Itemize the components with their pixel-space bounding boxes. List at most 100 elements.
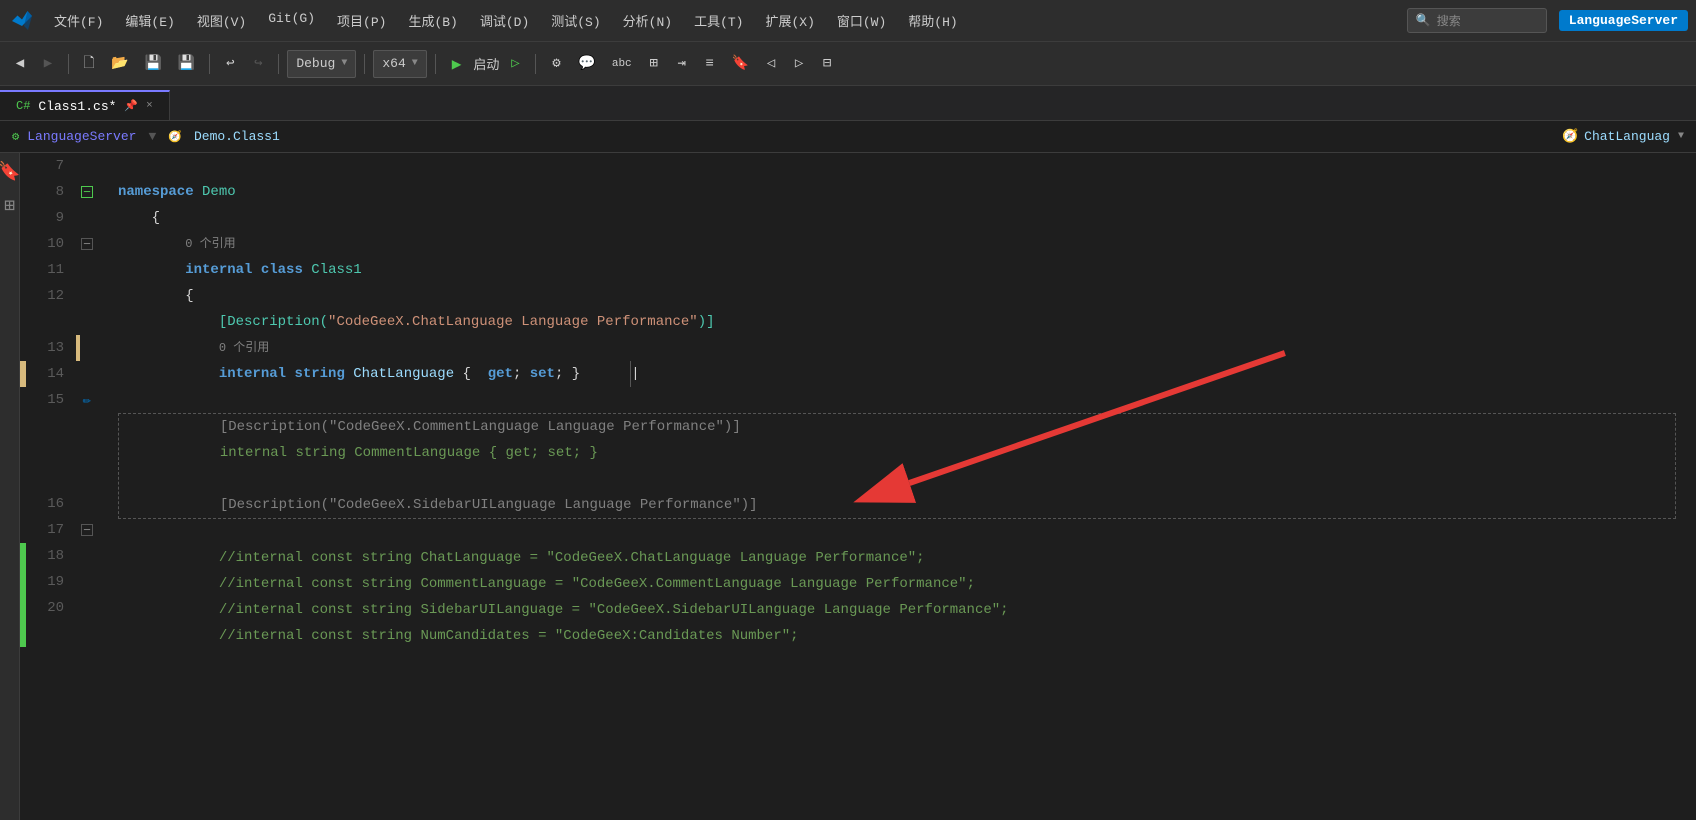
navbar-right-arrow: ▼ (1678, 131, 1684, 142)
gutter: − − ✏ (76, 153, 98, 820)
redo-button[interactable]: ↪ (246, 50, 270, 78)
activity-bookmark[interactable]: 🔖 (0, 161, 21, 183)
search-placeholder: 搜索 (1437, 12, 1461, 29)
namespace-name: Demo (202, 179, 236, 205)
menubar-right: 🔍 搜索 LanguageServer (1407, 8, 1688, 33)
bookmark-button[interactable]: 🔖 (726, 50, 755, 78)
kw-string-dim: string (295, 440, 345, 466)
class-name: Class1 (311, 257, 361, 283)
menu-analyze[interactable]: 分析(N) (613, 7, 682, 34)
activity-layers[interactable]: ⊞ (4, 195, 15, 217)
menu-extensions[interactable]: 扩展(X) (755, 7, 824, 34)
view-button[interactable]: ⊞ (642, 50, 666, 78)
menu-build[interactable]: 生成(B) (398, 7, 467, 34)
menubar: 文件(F) 编辑(E) 视图(V) Git(G) 项目(P) 生成(B) 调试(… (0, 0, 1696, 42)
separator-3 (278, 54, 279, 74)
editor: 7 8 9 10 11 12 13 14 15 16 17 18 19 20 (20, 153, 1696, 820)
abc-button[interactable]: abc (606, 50, 638, 78)
search-icon: 🔍 (1416, 13, 1431, 28)
run-label: 启动 (473, 54, 499, 73)
tab-filename: Class1.cs* (38, 99, 116, 114)
vs-logo (8, 7, 36, 35)
nav-next-button[interactable]: ▷ (787, 50, 811, 78)
new-file-button[interactable]: 🗋 (77, 50, 101, 78)
code-line-16 (118, 519, 1676, 545)
indent-more-button[interactable]: ≡ (698, 50, 722, 78)
platform-dropdown[interactable]: x64 ▼ (373, 50, 426, 78)
navbar-namespace: Demo.Class1 (194, 129, 280, 144)
attr-description-3: [Description("CodeGeeX.SidebarUILanguage… (220, 492, 758, 518)
line-numbers: 7 8 9 10 11 12 13 14 15 16 17 18 19 20 (26, 153, 76, 820)
brace-open-1: { (152, 205, 160, 231)
nav-prev-button[interactable]: ◁ (759, 50, 783, 78)
back-button[interactable]: ◀ (8, 50, 32, 78)
brace-open-2: { (185, 283, 193, 309)
dashed-region-15: [Description("CodeGeeX.CommentLanguage L… (118, 413, 1676, 519)
separator-4 (364, 54, 365, 74)
code-line-15d: [Description("CodeGeeX.SidebarUILanguage… (119, 492, 1675, 518)
code-line-8: namespace Demo (118, 179, 1676, 205)
code-line-17: //internal const string ChatLanguage = "… (118, 545, 1676, 571)
editor-content: 7 8 9 10 11 12 13 14 15 16 17 18 19 20 (20, 153, 1696, 820)
collapse-namespace[interactable]: − (81, 186, 93, 198)
code-line-19: //internal const string SidebarUILanguag… (118, 597, 1676, 623)
kw-get-1: get (488, 361, 513, 387)
menu-view[interactable]: 视图(V) (187, 7, 256, 34)
platform-label: x64 (382, 56, 405, 71)
indent-button[interactable]: ⇥ (670, 50, 694, 78)
menu-edit[interactable]: 编辑(E) (115, 7, 184, 34)
menu-help[interactable]: 帮助(H) (898, 7, 967, 34)
kw-internal-2: internal (219, 361, 286, 387)
comment-4: //internal const string NumCandidates = … (219, 623, 799, 649)
split-button[interactable]: ⊟ (815, 50, 839, 78)
navbar-right-icon: 🧭 (1562, 129, 1578, 144)
lang-server-badge: LanguageServer (1559, 10, 1688, 31)
collapse-comments[interactable]: − (81, 524, 93, 536)
menu-tools[interactable]: 工具(T) (684, 7, 753, 34)
kw-set-1: set (530, 361, 555, 387)
open-folder-button[interactable]: 📂 (105, 50, 134, 78)
kw-class: class (261, 257, 303, 283)
active-tab[interactable]: C# Class1.cs* 📌 × (0, 90, 170, 120)
forward-button[interactable]: ▶ (36, 50, 60, 78)
code-line-20: //internal const string NumCandidates = … (118, 623, 1676, 649)
code-line-18: //internal const string CommentLanguage … (118, 571, 1676, 597)
menu-window[interactable]: 窗口(W) (827, 7, 896, 34)
menu-file[interactable]: 文件(F) (44, 7, 113, 34)
separator-5 (435, 54, 436, 74)
save-button[interactable]: 💾 (138, 50, 167, 78)
debug-config-dropdown[interactable]: Debug ▼ (287, 50, 356, 78)
search-box[interactable]: 🔍 搜索 (1407, 8, 1547, 33)
code-line-11: { (118, 283, 1676, 309)
kw-internal-dim: internal (220, 440, 287, 466)
platform-arrow: ▼ (412, 58, 418, 69)
git-button[interactable]: ⚙ (544, 50, 568, 78)
debug-config-arrow: ▼ (341, 58, 347, 69)
save-all-button[interactable]: 💾 (172, 50, 201, 78)
kw-internal-1: internal (185, 257, 252, 283)
menu-test[interactable]: 测试(S) (541, 7, 610, 34)
code-line-15b: internal string CommentLanguage { get; s… (119, 440, 1675, 466)
toolbar: ◀ ▶ 🗋 📂 💾 💾 ↩ ↪ Debug ▼ x64 ▼ ▶ 启动 ▷ ⚙ 💬… (0, 42, 1696, 86)
tab-close-button[interactable]: × (146, 100, 153, 112)
run-without-debug[interactable]: ▷ (503, 50, 527, 78)
tab-cs-icon: C# (16, 99, 30, 113)
cursor-bar: | (630, 361, 639, 387)
feedback-button[interactable]: 💬 (572, 50, 601, 78)
pencil-edit-icon[interactable]: ✏ (83, 392, 91, 409)
undo-button[interactable]: ↩ (218, 50, 242, 78)
menu-project[interactable]: 项目(P) (327, 7, 396, 34)
menu-git[interactable]: Git(G) (258, 7, 325, 34)
project-icon: ⚙ (12, 129, 19, 144)
collapse-class[interactable]: − (81, 238, 93, 250)
prop-chatlang: ChatLanguage (353, 361, 454, 387)
separator-2 (209, 54, 210, 74)
tab-pin-icon[interactable]: 📌 (124, 99, 138, 113)
code-line-14 (118, 387, 1676, 413)
code-line-7 (118, 153, 1676, 179)
menu-debug[interactable]: 调试(D) (470, 7, 539, 34)
code-line-15a: [Description("CodeGeeX.CommentLanguage L… (119, 414, 1675, 440)
run-button[interactable]: ▶ (444, 50, 470, 78)
ref-count-1: 0 个引用 (219, 335, 269, 361)
separator-1 (68, 54, 69, 74)
